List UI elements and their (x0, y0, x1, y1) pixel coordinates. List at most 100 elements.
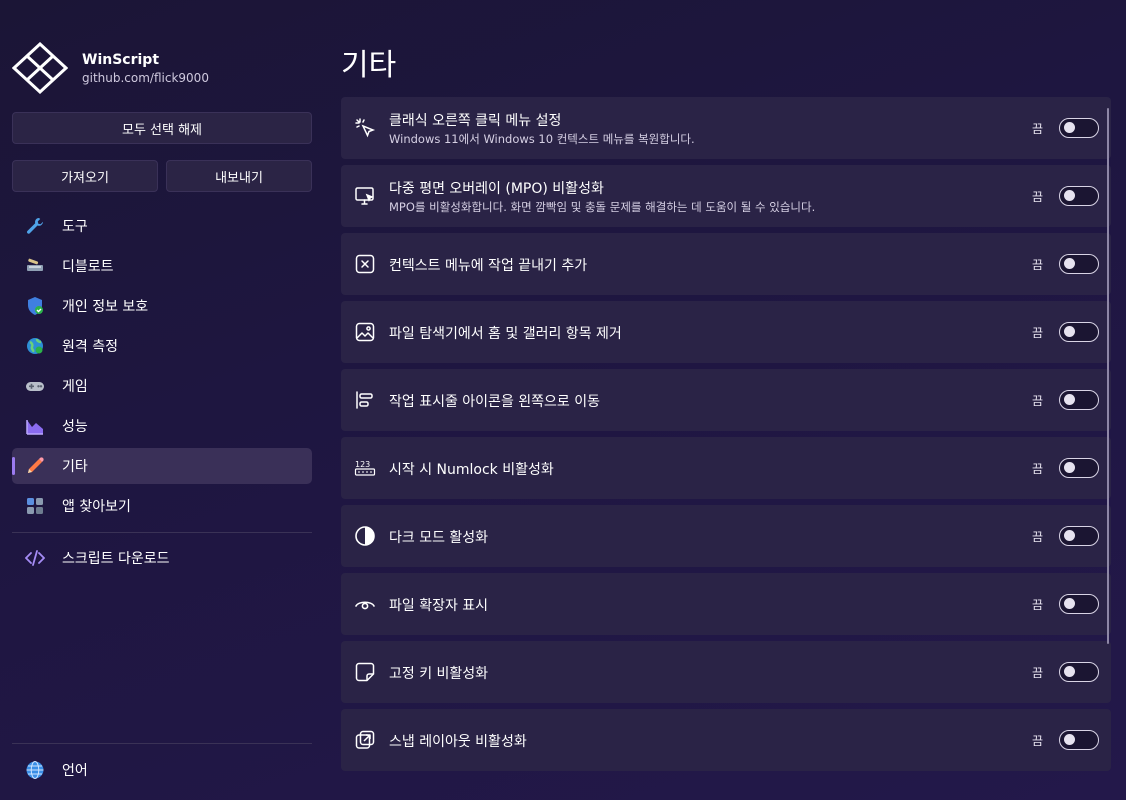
setting-card[interactable]: 다크 모드 활성화 끔 (341, 505, 1111, 567)
setting-title: 시작 시 Numlock 비활성화 (389, 462, 554, 478)
toggle-knob (1064, 530, 1075, 541)
setting-card[interactable]: 고정 키 비활성화 끔 (341, 641, 1111, 703)
app-name: WinScript (82, 52, 160, 68)
deselect-all-button[interactable]: 모두 선택 해제 (12, 112, 312, 144)
sidebar-divider (12, 532, 312, 533)
nav-label: 디블로트 (62, 259, 114, 275)
toggle-knob (1064, 122, 1075, 133)
sidebar: WinScript github.com/flick9000 모두 선택 해제 … (0, 0, 324, 800)
winscript-logo-icon (12, 42, 68, 94)
numpad-icon: 123 (353, 456, 377, 480)
snap-layout-icon (353, 728, 377, 752)
nav-item-gaming[interactable]: 게임 (12, 368, 312, 404)
toggle-knob (1064, 394, 1075, 405)
toggle-knob (1064, 666, 1075, 677)
setting-toggle[interactable] (1059, 526, 1099, 546)
nav-label: 스크립트 다운로드 (62, 551, 170, 567)
setting-title: 파일 탐색기에서 홈 및 갤러리 항목 제거 (389, 326, 622, 342)
nav-item-language[interactable]: 언어 (12, 752, 312, 788)
nav-label: 게임 (62, 379, 88, 395)
gamepad-icon (24, 375, 46, 397)
setting-title: 다크 모드 활성화 (389, 530, 489, 546)
setting-description: Windows 11에서 Windows 10 컨텍스트 메뉴를 복원합니다. (389, 132, 695, 146)
cursor-click-icon (353, 116, 377, 140)
import-button[interactable]: 가져오기 (12, 160, 158, 192)
setting-toggle[interactable] (1059, 118, 1099, 138)
nav-label: 도구 (62, 219, 88, 235)
setting-title: 고정 키 비활성화 (389, 666, 489, 682)
nav-item-debloat[interactable]: 디블로트 (12, 248, 312, 284)
contrast-icon (353, 524, 377, 548)
svg-text:123: 123 (355, 460, 370, 469)
export-button[interactable]: 내보내기 (166, 160, 312, 192)
toggle-knob (1064, 258, 1075, 269)
code-icon (24, 547, 46, 569)
toggle-state-label: 끔 (1032, 258, 1044, 272)
toggle-state-label: 끔 (1032, 394, 1044, 408)
setting-toggle[interactable] (1059, 730, 1099, 750)
monitor-icon (353, 184, 377, 208)
toggle-state-label: 끔 (1032, 122, 1044, 136)
setting-card[interactable]: 다중 평면 오버레이 (MPO) 비활성화 MPO를 비활성화합니다. 화면 깜… (341, 165, 1111, 227)
setting-card[interactable]: 파일 확장자 표시 끔 (341, 573, 1111, 635)
nav-label: 기타 (62, 459, 88, 475)
nav-item-tools[interactable]: 도구 (12, 208, 312, 244)
setting-title: 스냅 레이아웃 비활성화 (389, 734, 527, 750)
app-url: github.com/flick9000 (82, 71, 209, 85)
setting-card[interactable]: 클래식 오른쪽 클릭 메뉴 설정 Windows 11에서 Windows 10… (341, 97, 1111, 159)
page-title: 기타 (341, 48, 397, 83)
setting-title: 컨텍스트 메뉴에 작업 끝내기 추가 (389, 258, 588, 274)
toggle-knob (1064, 598, 1075, 609)
eye-icon (353, 592, 377, 616)
nav-item-telemetry[interactable]: 원격 측정 (12, 328, 312, 364)
sticky-note-icon (353, 660, 377, 684)
setting-card[interactable]: 파일 탐색기에서 홈 및 갤러리 항목 제거 끔 (341, 301, 1111, 363)
sidebar-divider (12, 743, 312, 744)
setting-card[interactable]: 작업 표시줄 아이콘을 왼쪽으로 이동 끔 (341, 369, 1111, 431)
toggle-state-label: 끔 (1032, 326, 1044, 340)
nav-item-performance[interactable]: 성능 (12, 408, 312, 444)
toggle-state-label: 끔 (1032, 666, 1044, 680)
chart-icon (24, 415, 46, 437)
setting-title: 작업 표시줄 아이콘을 왼쪽으로 이동 (389, 394, 600, 410)
apps-icon (24, 495, 46, 517)
setting-toggle[interactable] (1059, 662, 1099, 682)
globe-icon (24, 759, 46, 781)
align-left-icon (353, 388, 377, 412)
toggle-knob (1064, 734, 1075, 745)
nav-item-misc[interactable]: 기타 (12, 448, 312, 484)
nav-item-privacy[interactable]: 개인 정보 보호 (12, 288, 312, 324)
setting-title: 클래식 오른쪽 클릭 메뉴 설정 (389, 113, 562, 129)
setting-card[interactable]: 컨텍스트 메뉴에 작업 끝내기 추가 끔 (341, 233, 1111, 295)
broom-icon (24, 255, 46, 277)
setting-card[interactable]: 123 시작 시 Numlock 비활성화 끔 (341, 437, 1111, 499)
toggle-knob (1064, 326, 1075, 337)
setting-toggle[interactable] (1059, 186, 1099, 206)
nav-label: 성능 (62, 419, 88, 435)
toggle-state-label: 끔 (1032, 734, 1044, 748)
shield-icon (24, 295, 46, 317)
toggle-state-label: 끔 (1032, 598, 1044, 612)
setting-toggle[interactable] (1059, 594, 1099, 614)
image-icon (353, 320, 377, 344)
setting-card[interactable]: 스냅 레이아웃 비활성화 끔 (341, 709, 1111, 771)
setting-toggle[interactable] (1059, 390, 1099, 410)
setting-toggle[interactable] (1059, 458, 1099, 478)
nav-label: 원격 측정 (62, 339, 118, 355)
setting-title: 다중 평면 오버레이 (MPO) 비활성화 (389, 181, 604, 197)
scrollbar[interactable] (1107, 108, 1109, 644)
wrench-icon (24, 215, 46, 237)
setting-toggle[interactable] (1059, 254, 1099, 274)
toggle-knob (1064, 190, 1075, 201)
nav-label: 개인 정보 보호 (62, 299, 149, 315)
nav-item-browse-apps[interactable]: 앱 찾아보기 (12, 488, 312, 524)
globe-icon (24, 335, 46, 357)
toggle-state-label: 끔 (1032, 462, 1044, 476)
nav-item-download-scripts[interactable]: 스크립트 다운로드 (12, 540, 312, 576)
nav-label: 앱 찾아보기 (62, 499, 131, 515)
setting-toggle[interactable] (1059, 322, 1099, 342)
setting-description: MPO를 비활성화합니다. 화면 깜빡임 및 충돌 문제를 해결하는 데 도움이… (389, 200, 816, 214)
close-square-icon (353, 252, 377, 276)
pencil-icon (24, 455, 46, 477)
toggle-state-label: 끔 (1032, 530, 1044, 544)
